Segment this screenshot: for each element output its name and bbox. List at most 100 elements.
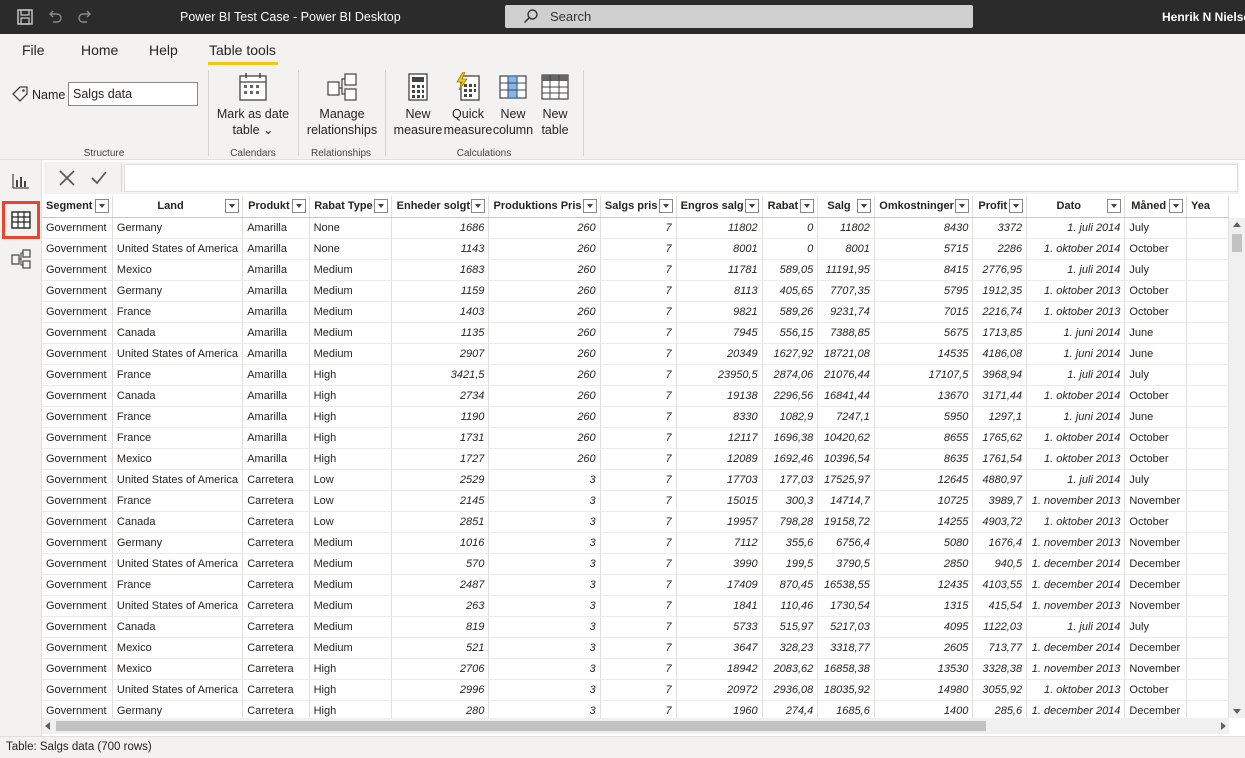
table-cell[interactable]: 8415 [874,259,974,281]
table-cell[interactable]: 7 [600,238,677,260]
table-cell[interactable]: 1685,6 [817,700,875,718]
table-cell[interactable]: 405,65 [762,280,819,302]
table-cell[interactable]: Amarilla [242,364,310,386]
table-cell[interactable]: 8001 [676,238,763,260]
horizontal-scrollbar[interactable] [42,718,1229,734]
table-cell[interactable]: 274,4 [762,700,819,718]
column-header[interactable]: Land [112,196,244,218]
table-cell[interactable]: 415,54 [972,595,1028,617]
table-cell[interactable]: Amarilla [242,448,310,470]
table-cell[interactable]: 1016 [391,532,490,554]
table-cell[interactable]: 5675 [874,322,974,344]
column-filter-dropdown-icon[interactable] [471,199,486,213]
table-cell[interactable]: Carretera [242,574,310,596]
table-cell[interactable]: Carretera [242,679,310,701]
table-cell[interactable]: United States of America [112,679,244,701]
table-cell[interactable]: Mexico [112,658,244,680]
column-header[interactable]: Segment [42,196,113,218]
table-cell[interactable]: 10396,54 [817,448,875,470]
table-cell[interactable]: 260 [488,322,601,344]
table-cell[interactable]: 7 [600,364,677,386]
table-row[interactable]: Government Germany Amarilla Medium 1159 260 7 8… [42,280,1229,302]
table-cell[interactable]: 1. juli 2014 [1026,616,1126,638]
table-cell[interactable]: Low [309,511,393,533]
table-cell[interactable]: 1. december 2014 [1026,700,1126,718]
table-cell[interactable]: 1676,4 [972,532,1028,554]
tab-file[interactable]: File [22,42,45,58]
table-cell[interactable]: Medium [309,301,393,323]
table-cell[interactable]: 1297,1 [972,406,1028,428]
table-cell[interactable]: United States of America [112,238,244,260]
table-cell[interactable]: 1403 [391,301,490,323]
table-cell[interactable]: High [309,679,393,701]
table-cell[interactable]: 3 [488,595,601,617]
table-cell[interactable]: 1. juli 2014 [1026,364,1126,386]
table-row[interactable]: Government Germany Amarilla None 1686 260 7 118… [42,217,1229,239]
table-cell[interactable]: 7 [600,511,677,533]
table-cell[interactable]: 4103,55 [972,574,1028,596]
table-cell[interactable]: High [309,448,393,470]
table-cell[interactable]: United States of America [112,469,244,491]
table-cell[interactable]: 0 [762,238,819,260]
table-cell[interactable]: 2907 [391,343,490,365]
table-cell[interactable]: France [112,427,244,449]
table-cell[interactable]: 7707,35 [817,280,875,302]
table-cell[interactable]: 260 [488,217,601,239]
table-cell[interactable]: 3372 [972,217,1028,239]
table-cell[interactable]: 7112 [676,532,763,554]
table-cell[interactable]: October [1124,679,1187,701]
table-cell[interactable]: 1. juli 2014 [1026,469,1126,491]
table-cell[interactable]: Amarilla [242,322,310,344]
table-cell[interactable]: 3 [488,700,601,718]
table-cell[interactable]: 19138 [676,385,763,407]
table-cell[interactable]: 7 [600,679,677,701]
table-cell[interactable]: 1143 [391,238,490,260]
table-cell[interactable]: 355,6 [762,532,819,554]
scroll-right-icon[interactable] [1221,722,1226,730]
table-cell[interactable]: 1315 [874,595,974,617]
column-filter-dropdown-icon[interactable] [582,199,597,213]
table-cell[interactable]: 2996 [391,679,490,701]
table-cell[interactable]: 14714,7 [817,490,875,512]
table-cell[interactable]: 1. oktober 2013 [1026,280,1126,302]
table-cell[interactable]: High [309,658,393,680]
table-cell[interactable]: France [112,301,244,323]
table-cell[interactable]: 9821 [676,301,763,323]
table-cell[interactable]: Canada [112,385,244,407]
table-cell[interactable]: 7 [600,217,677,239]
report-view-icon[interactable] [10,170,32,192]
table-cell[interactable]: 1713,85 [972,322,1028,344]
table-cell[interactable]: 199,5 [762,553,819,575]
table-cell[interactable]: Medium [309,574,393,596]
table-cell[interactable]: Amarilla [242,427,310,449]
column-header[interactable]: Dato [1026,196,1126,218]
table-cell[interactable]: Germany [112,700,244,718]
table-cell[interactable]: 14255 [874,511,974,533]
table-row[interactable]: Government Canada Carretera Medium 819 3 7 5733… [42,616,1229,638]
table-cell[interactable]: 1. november 2013 [1026,532,1126,554]
table-cell[interactable]: 570 [391,553,490,575]
table-cell[interactable]: 1841 [676,595,763,617]
table-cell[interactable]: Mexico [112,259,244,281]
table-cell[interactable]: 7 [600,469,677,491]
column-filter-dropdown-icon[interactable] [374,199,389,213]
table-cell[interactable]: 5217,03 [817,616,875,638]
table-cell[interactable]: 12089 [676,448,763,470]
data-view-icon[interactable] [2,201,40,239]
table-cell[interactable]: 3 [488,679,601,701]
table-cell[interactable]: Government [42,406,113,428]
table-cell[interactable]: 21076,44 [817,364,875,386]
tab-home[interactable]: Home [81,42,118,58]
table-cell[interactable]: 3055,92 [972,679,1028,701]
table-cell[interactable]: 7 [600,343,677,365]
table-cell[interactable]: 1. juli 2014 [1026,217,1126,239]
table-cell[interactable]: 5080 [874,532,974,554]
table-row[interactable]: Government Canada Carretera Low 2851 3 7 19957 7… [42,511,1229,533]
table-cell[interactable]: Germany [112,217,244,239]
table-cell[interactable]: 3 [488,490,601,512]
table-cell[interactable]: 20972 [676,679,763,701]
table-row[interactable]: Government France Carretera Low 2145 3 7 15015 3… [42,490,1229,512]
table-cell[interactable]: 1. juni 2014 [1026,406,1126,428]
table-cell[interactable]: 940,5 [972,553,1028,575]
table-cell[interactable]: 7 [600,301,677,323]
